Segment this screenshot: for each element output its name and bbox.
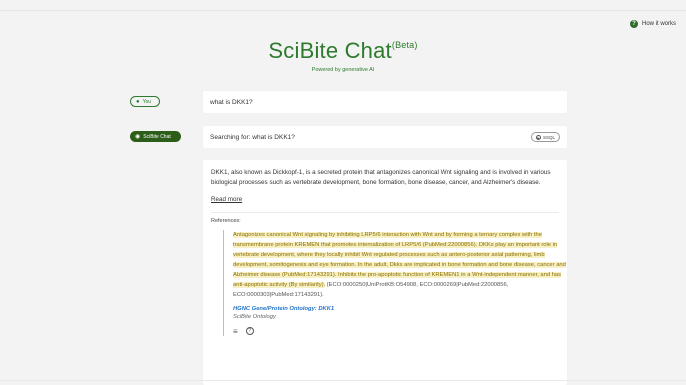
- ontology-source-link[interactable]: HGNC Gene/Protein Ontology: DKK1: [233, 306, 569, 312]
- scibite-chat-pill: ◉ SciBite Chat: [130, 131, 181, 142]
- question-text: what is DKK1?: [210, 98, 253, 106]
- list-icon[interactable]: ≡: [233, 327, 238, 336]
- user-pill-label: You: [142, 98, 152, 105]
- search-status-card: Searching for: what is DKK1? ▶ SSQL: [203, 126, 567, 148]
- help-icon[interactable]: ?: [245, 327, 254, 335]
- brand-header: SciBite Chat(Beta) Powered by generative…: [0, 38, 686, 73]
- brand-subtitle: Powered by generative AI: [311, 67, 375, 73]
- person-icon: ●: [136, 98, 140, 105]
- how-it-works-label: How it works: [641, 21, 676, 27]
- brand-title-text: SciBite Chat: [268, 38, 392, 63]
- scibite-chat-pill-label: SciBite Chat: [143, 133, 171, 140]
- reference-actions: ≡ ?: [233, 327, 569, 336]
- divider: [211, 212, 559, 213]
- answer-text: DKK1, also known as Dickkopf-1, is a sec…: [211, 169, 551, 186]
- reference-block: Antagonizes canonical Wnt signaling by i…: [223, 230, 569, 336]
- references-label: References:: [211, 218, 241, 224]
- search-status-text: Searching for: what is DKK1?: [210, 133, 295, 141]
- user-pill: ● You: [130, 96, 160, 107]
- read-more-link[interactable]: Read more: [211, 196, 242, 203]
- beta-badge: (Beta): [391, 40, 418, 50]
- robot-icon: ◉: [135, 133, 141, 140]
- answer-card: DKK1, also known as Dickkopf-1, is a sec…: [203, 160, 567, 385]
- ssql-label: SSQL: [542, 134, 555, 140]
- reference-text: Antagonizes canonical Wnt signaling by i…: [233, 230, 569, 300]
- play-icon: ▶: [535, 134, 541, 140]
- bottom-divider: [0, 380, 686, 381]
- top-divider: [0, 10, 686, 11]
- reference-highlight: Antagonizes canonical Wnt signaling by i…: [233, 232, 566, 288]
- how-it-works-link[interactable]: ? How it works: [629, 20, 676, 28]
- ontology-name: SciBite Ontology: [233, 314, 276, 320]
- ssql-button[interactable]: ▶ SSQL: [531, 132, 560, 142]
- question-circle-icon: ?: [629, 20, 638, 28]
- brand-title: SciBite Chat(Beta): [0, 38, 686, 64]
- question-card: what is DKK1?: [203, 91, 567, 113]
